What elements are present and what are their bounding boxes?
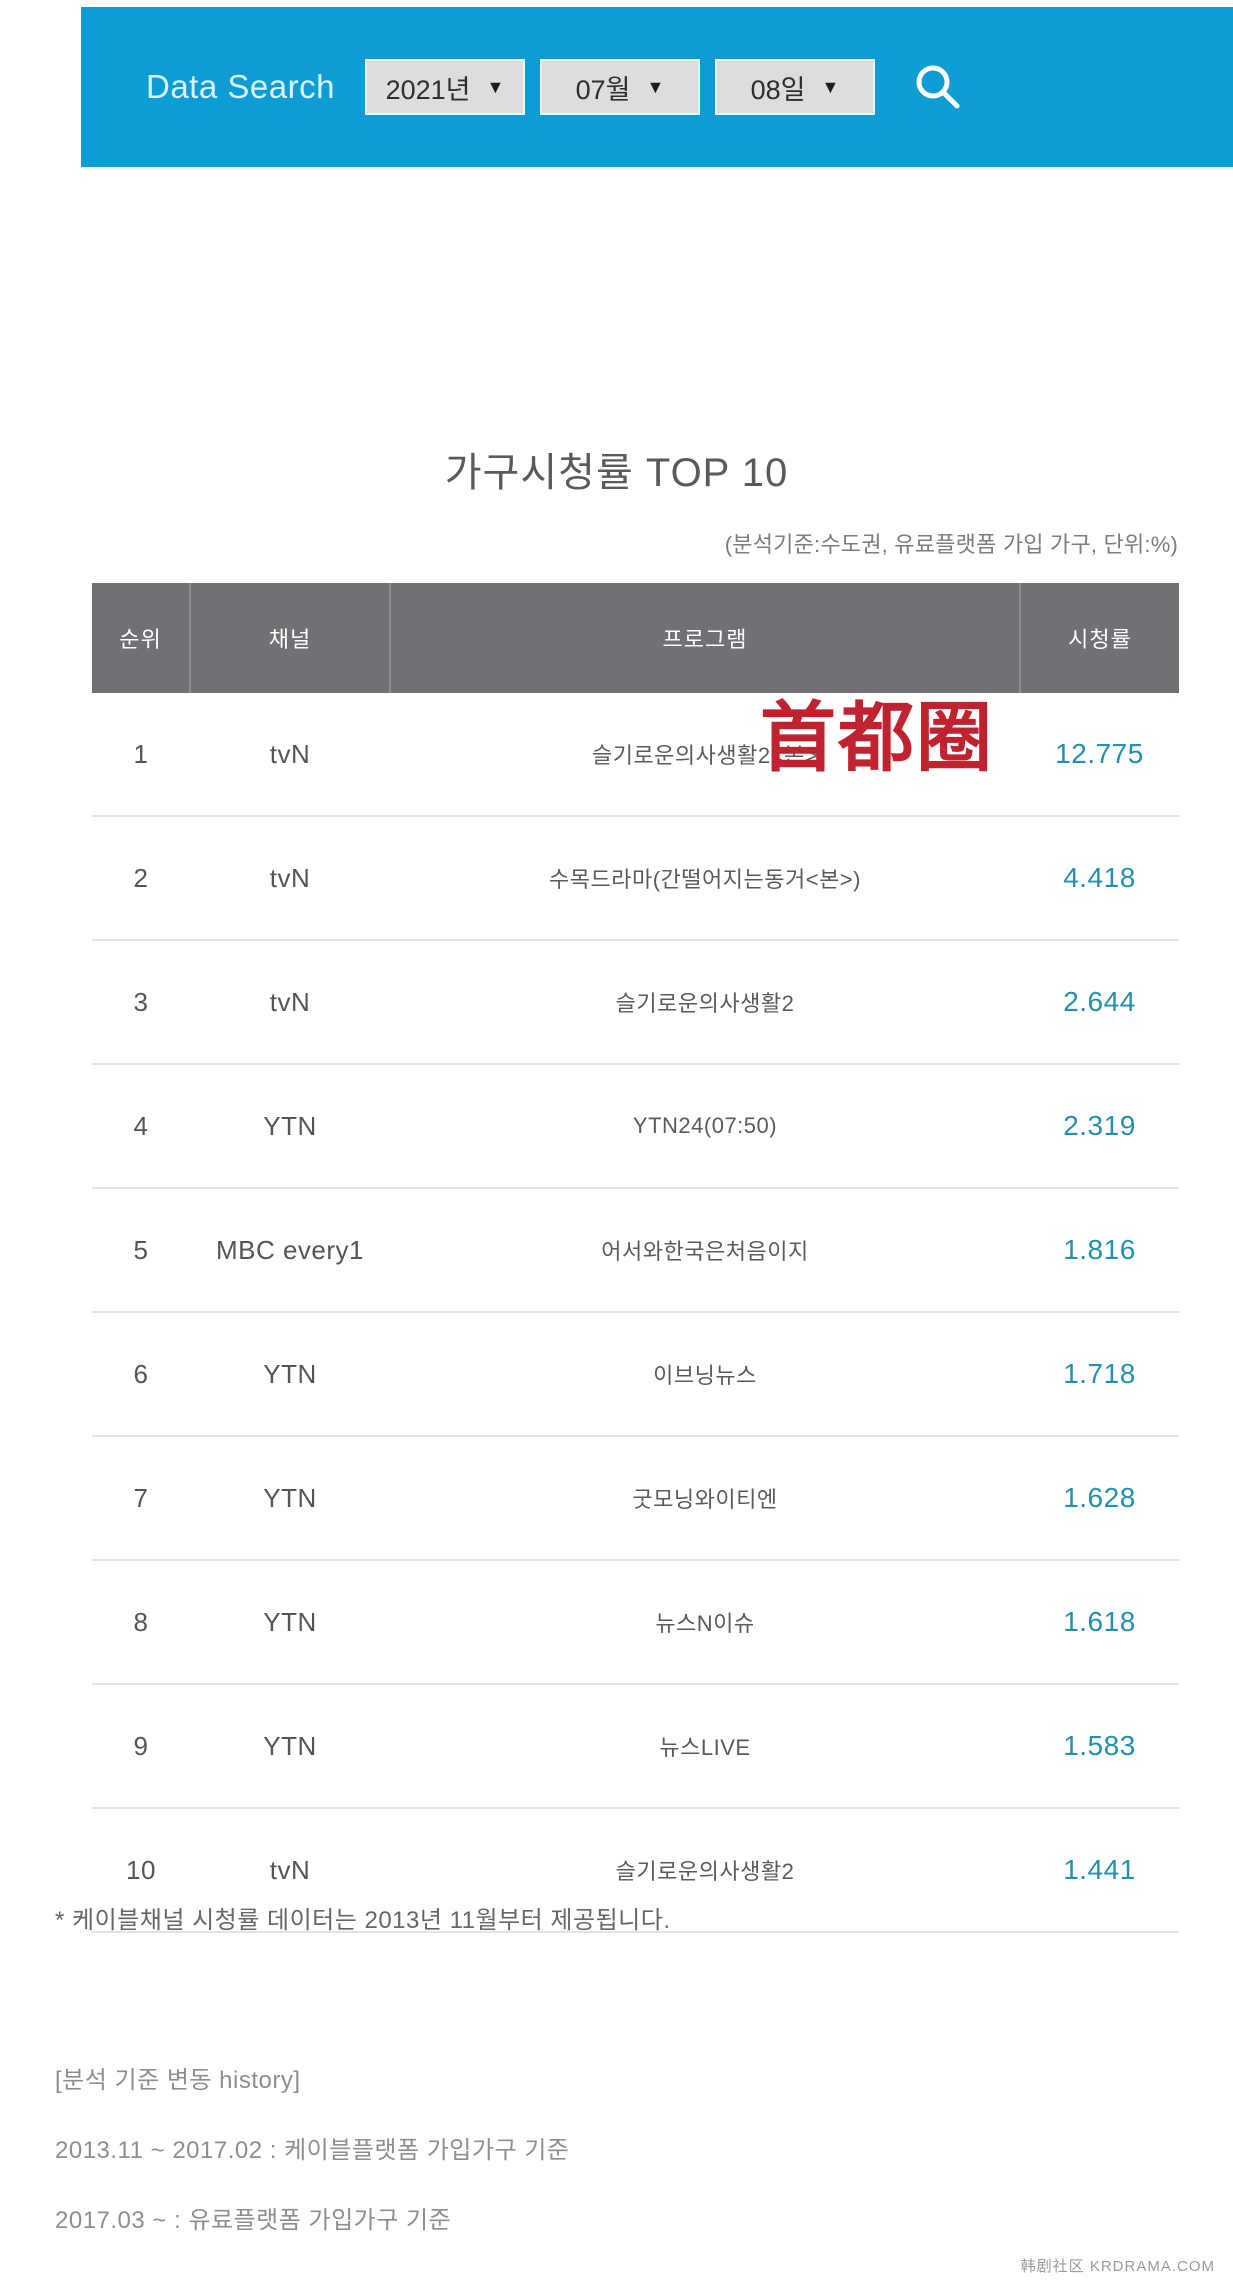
column-header-program: 프로그램	[390, 583, 1021, 693]
cell-rank: 6	[92, 1312, 190, 1437]
cell-rating: 12.775	[1020, 693, 1179, 817]
table-row[interactable]: 9 YTN 뉴스LIVE 1.583	[92, 1684, 1179, 1809]
history-line-2: 2017.03 ~ : 유료플랫폼 가입가구 기준	[55, 2207, 452, 2234]
column-header-rating: 시청률	[1020, 583, 1179, 693]
column-header-rank: 순위	[92, 583, 191, 693]
cell-channel: YTN	[190, 1684, 390, 1809]
cell-program: 슬기로운의사생활2	[390, 940, 1020, 1065]
page-title: 가구시청률 TOP 10	[444, 451, 789, 495]
table-row[interactable]: 8 YTN 뉴스N이슈 1.618	[92, 1560, 1179, 1685]
data-search-bar: Data Search 2021년 ▼ 07월 ▼ 08일 ▼	[81, 7, 1233, 167]
cell-channel: YTN	[190, 1064, 390, 1189]
cell-rating: 2.319	[1020, 1064, 1179, 1189]
cell-rank: 5	[92, 1188, 190, 1313]
cell-rank: 2	[92, 816, 190, 941]
cell-rating: 1.583	[1020, 1684, 1179, 1809]
search-icon[interactable]	[910, 59, 966, 115]
cell-rating: 1.628	[1020, 1436, 1179, 1561]
cell-program: 어서와한국은처음이지	[390, 1188, 1020, 1313]
cell-program: 슬기로운의사생활2<본>	[390, 693, 1020, 817]
table-header: 순위 채널 프로그램 시청률	[92, 583, 1179, 693]
cell-channel: tvN	[190, 940, 390, 1065]
table-row[interactable]: 4 YTN YTN24(07:50) 2.319	[92, 1064, 1179, 1189]
chevron-down-icon: ▼	[646, 77, 665, 97]
cell-rating: 1.441	[1020, 1808, 1179, 1933]
footnote: * 케이블채널 시청률 데이터는 2013년 11월부터 제공됩니다.	[55, 1907, 671, 1934]
day-select[interactable]: 08일 ▼	[714, 59, 875, 115]
cell-rating: 1.718	[1020, 1312, 1179, 1437]
day-select-value: 08일	[750, 74, 806, 105]
ratings-table: 순위 채널 프로그램 시청률 1 tvN 슬기로운의사생활2<본> 12.775…	[92, 583, 1179, 1933]
cell-program: 굿모닝와이티엔	[390, 1436, 1020, 1561]
cell-rating: 1.618	[1020, 1560, 1179, 1685]
cell-rank: 3	[92, 940, 190, 1065]
cell-channel: tvN	[190, 693, 390, 817]
cell-program: 이브닝뉴스	[390, 1312, 1020, 1437]
table-row[interactable]: 2 tvN 수목드라마(간떨어지는동거<본>) 4.418	[92, 816, 1179, 941]
chevron-down-icon: ▼	[821, 77, 840, 97]
cell-rank: 8	[92, 1560, 190, 1685]
cell-program: 뉴스N이슈	[390, 1560, 1020, 1685]
table-header-row: 순위 채널 프로그램 시청률	[92, 583, 1179, 693]
table-row[interactable]: 1 tvN 슬기로운의사생활2<본> 12.775	[92, 693, 1179, 817]
month-select[interactable]: 07월 ▼	[539, 59, 700, 115]
cell-program: YTN24(07:50)	[390, 1064, 1020, 1189]
cell-channel: YTN	[190, 1312, 390, 1437]
cell-program: 수목드라마(간떨어지는동거<본>)	[390, 816, 1020, 941]
cell-channel: tvN	[190, 816, 390, 941]
cell-rating: 4.418	[1020, 816, 1179, 941]
data-search-label: Data Search	[146, 68, 335, 105]
year-select[interactable]: 2021년 ▼	[364, 59, 525, 115]
month-select-value: 07월	[575, 74, 631, 105]
table-row[interactable]: 6 YTN 이브닝뉴스 1.718	[92, 1312, 1179, 1437]
history-heading: [분석 기준 변동 history]	[55, 2067, 301, 2094]
cell-rating: 1.816	[1020, 1188, 1179, 1313]
cell-rank: 4	[92, 1064, 190, 1189]
page-subtitle: (분석기준:수도권, 유료플랫폼 가입 가구, 단위:%)	[724, 532, 1178, 557]
cell-program: 뉴스LIVE	[390, 1684, 1020, 1809]
cell-channel: MBC every1	[190, 1188, 390, 1313]
table-row[interactable]: 3 tvN 슬기로운의사생활2 2.644	[92, 940, 1179, 1065]
site-watermark: 韩剧社区 KRDRAMA.COM	[1020, 2258, 1215, 2275]
cell-channel: YTN	[190, 1560, 390, 1685]
cell-rank: 9	[92, 1684, 190, 1809]
chevron-down-icon: ▼	[486, 77, 505, 97]
table-row[interactable]: 7 YTN 굿모닝와이티엔 1.628	[92, 1436, 1179, 1561]
year-select-value: 2021년	[385, 74, 471, 105]
cell-rating: 2.644	[1020, 940, 1179, 1065]
table-row[interactable]: 5 MBC every1 어서와한국은처음이지 1.816	[92, 1188, 1179, 1313]
column-header-channel: 채널	[190, 583, 391, 693]
cell-rank: 7	[92, 1436, 190, 1561]
history-line-1: 2013.11 ~ 2017.02 : 케이블플랫폼 가입가구 기준	[55, 2137, 570, 2164]
cell-rank: 1	[92, 693, 190, 817]
cell-channel: YTN	[190, 1436, 390, 1561]
page-title-wrap: 가구시청률 TOP 10	[0, 440, 1233, 498]
table-body: 1 tvN 슬기로운의사생활2<본> 12.775 2 tvN 수목드라마(간떨…	[92, 693, 1179, 1933]
